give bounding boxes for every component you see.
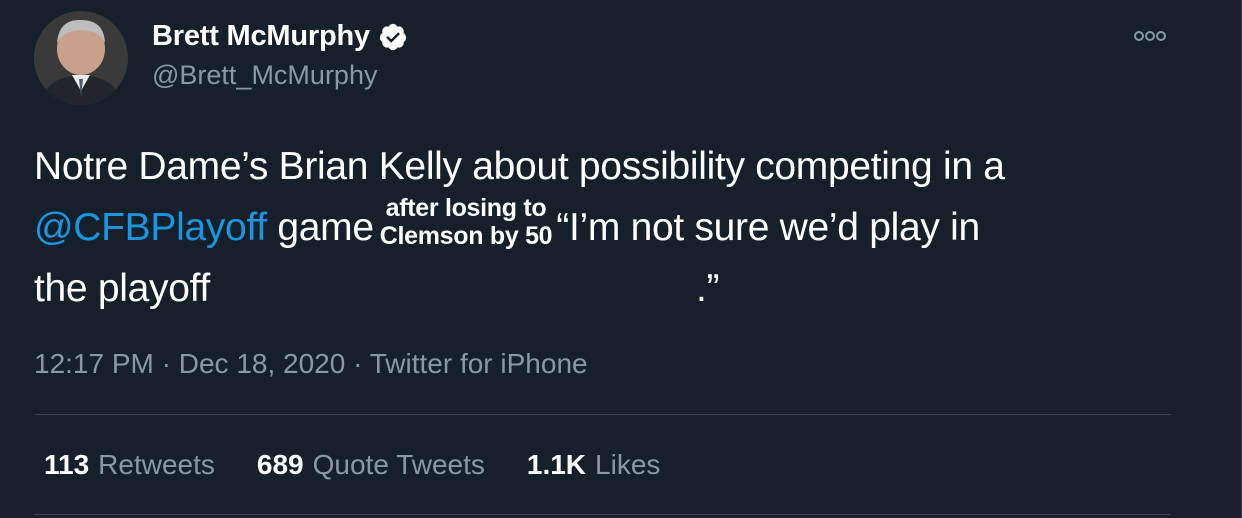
retweets-stat[interactable]: 113 Retweets xyxy=(44,449,215,481)
tweet-source[interactable]: Twitter for iPhone xyxy=(370,348,588,379)
retweets-count: 113 xyxy=(44,449,90,480)
tweet-text-part: game xyxy=(277,206,374,249)
mention-link[interactable]: @CFBPlayoff xyxy=(34,206,267,249)
inserted-text: after losing to Clemson by 50 xyxy=(380,194,553,250)
likes-stat[interactable]: 1.1K Likes xyxy=(527,449,661,481)
tweet-meta: 12:17 PM · Dec 18, 2020 · Twitter for iP… xyxy=(34,348,588,380)
retweets-label: Retweets xyxy=(98,449,215,480)
divider xyxy=(34,414,1171,415)
tweet-time[interactable]: 12:17 PM xyxy=(34,348,154,379)
meta-separator: · xyxy=(161,348,171,379)
tweet-date[interactable]: Dec 18, 2020 xyxy=(179,348,346,379)
author-name-row: Brett McMurphy xyxy=(152,20,408,53)
quote-tweets-stat[interactable]: 689 Quote Tweets xyxy=(257,449,485,481)
tweet-text-part: Notre Dame’s Brian Kelly about possibili… xyxy=(34,145,1005,188)
quote-tweets-count: 689 xyxy=(256,449,304,480)
quote-tweets-label: Quote Tweets xyxy=(312,449,485,480)
avatar-image xyxy=(34,11,128,105)
author-display-name[interactable]: Brett McMurphy xyxy=(152,20,370,53)
tweet-text-part: .” xyxy=(695,267,720,310)
tweet-card: Brett McMurphy @Brett_McMurphy Notre Dam… xyxy=(0,0,1242,518)
tweet-text-part: the playoff xyxy=(34,267,210,310)
inserted-text-line: after losing to xyxy=(385,193,547,222)
tweet-text: Notre Dame’s Brian Kelly about possibili… xyxy=(34,136,1194,319)
inserted-text-line: Clemson by 50 xyxy=(379,221,553,250)
engagement-stats: 113 Retweets 689 Quote Tweets 1.1K Likes xyxy=(44,449,660,481)
author-handle[interactable]: @Brett_McMurphy xyxy=(152,60,377,91)
verified-badge-icon xyxy=(378,22,408,52)
divider xyxy=(34,514,1171,515)
meta-separator: · xyxy=(353,348,363,379)
tweet-text-part: “I’m not sure we’d play in xyxy=(556,206,980,249)
likes-count: 1.1K xyxy=(526,449,587,480)
likes-label: Likes xyxy=(595,449,661,480)
avatar[interactable] xyxy=(34,11,128,105)
more-options-icon[interactable] xyxy=(1130,26,1170,46)
